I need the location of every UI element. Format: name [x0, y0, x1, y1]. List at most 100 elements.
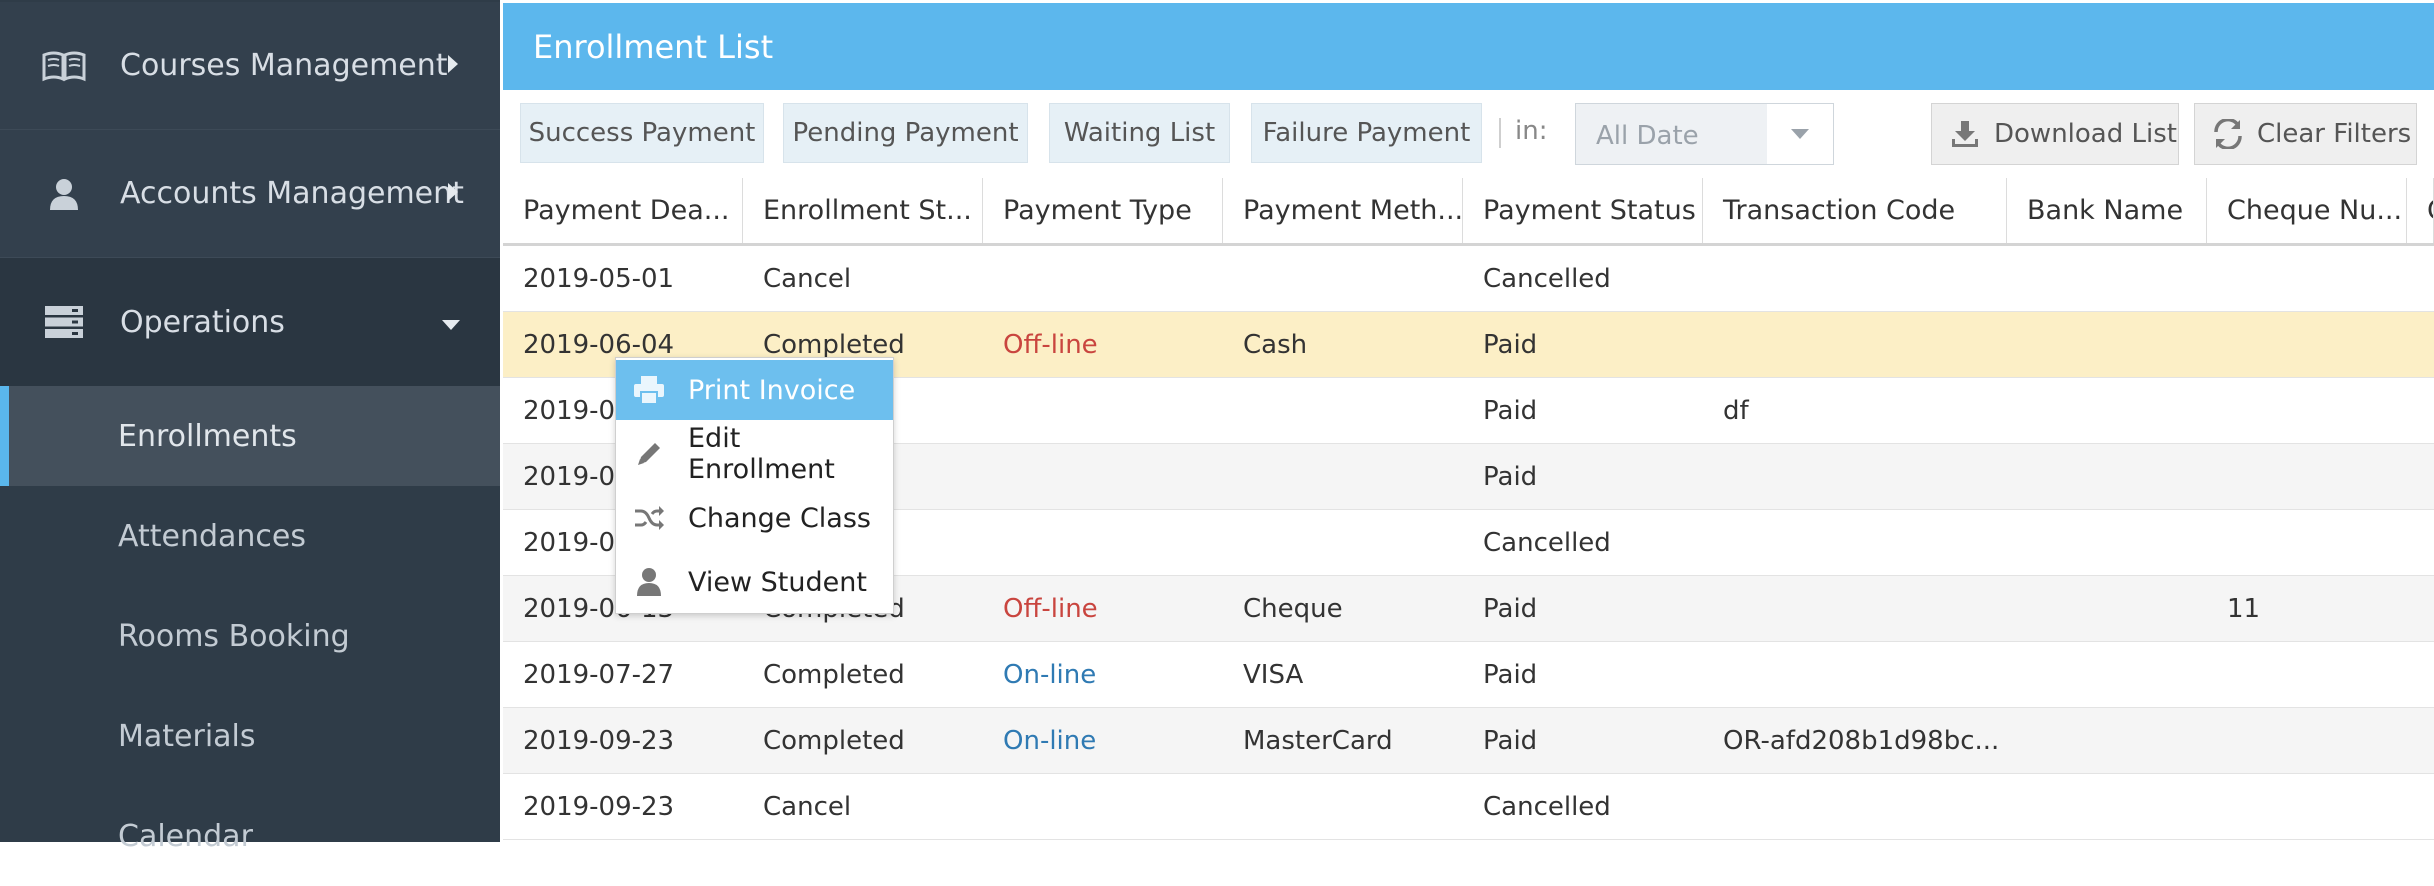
filter-toolbar: Success Payment Pending Payment Waiting … [503, 90, 2434, 178]
payment-status-cell: Paid [1483, 461, 1538, 492]
shuffle-icon [632, 501, 666, 535]
date-range-select[interactable]: All Date [1575, 103, 1834, 165]
column-header-payment-status[interactable]: Payment Status [1463, 178, 1703, 243]
payment-method-cell: Cash [1243, 329, 1308, 360]
bank-name-cell [2007, 642, 2207, 707]
payment-status-cell: Paid [1483, 659, 1538, 690]
transaction-code-cell [1703, 510, 2007, 575]
caret-down-icon [440, 305, 462, 340]
payment-status-cell: Cancelled [1483, 527, 1611, 558]
bank-name-cell [2007, 378, 2207, 443]
view-student-menu-item[interactable]: View Student [616, 552, 893, 612]
user-icon [40, 170, 88, 218]
cheque-number-cell [2207, 642, 2407, 707]
sidebar-item-operations[interactable]: Operations [0, 258, 500, 386]
toolbar-divider [1499, 118, 1501, 148]
sidebar-item-rooms-booking[interactable]: Rooms Booking [0, 586, 500, 686]
caret-right-icon [446, 176, 460, 211]
page-title: Enrollment List [533, 27, 774, 66]
table-row[interactable]: 2019-09-23 Completed On-line MasterCard Paid… [503, 708, 2434, 774]
success-payment-filter-button[interactable]: Success Payment [520, 103, 764, 163]
payment-type-cell: Off-line [1003, 329, 1098, 360]
payment-method-cell [1223, 378, 1463, 443]
print-invoice-menu-item[interactable]: Print Invoice [616, 360, 893, 420]
edit-enrollment-menu-item[interactable]: Edit Enrollment [616, 423, 893, 485]
payment-status-cell: Cancelled [1483, 263, 1611, 294]
menu-item-label: View Student [688, 566, 867, 598]
table-row[interactable]: 2019-09-23 Cancel Cancelled [503, 774, 2434, 840]
transaction-code-cell [1703, 312, 2007, 377]
menu-item-label: Change Class [688, 502, 871, 534]
change-class-menu-item[interactable]: Change Class [616, 488, 893, 548]
table-header-row: Payment Dea... Enrollment St... Payment … [503, 178, 2434, 246]
payment-deadline-cell: 2019-09-23 [523, 791, 675, 822]
pending-payment-filter-button[interactable]: Pending Payment [783, 103, 1028, 163]
cheque-number-cell [2207, 246, 2407, 311]
menu-item-label: Print Invoice [688, 374, 856, 406]
sidebar-item-courses-management[interactable]: Courses Management [0, 2, 500, 130]
cheque-number-cell [2207, 774, 2407, 839]
payment-type-cell: Off-line [1003, 593, 1098, 624]
payment-type-cell [983, 378, 1223, 443]
column-header-payment-type[interactable]: Payment Type [983, 178, 1223, 243]
cheque-number-cell [2207, 510, 2407, 575]
payment-status-cell: Paid [1483, 395, 1538, 426]
clear-filters-label: Clear Filters [2257, 119, 2412, 149]
enrollment-status-cell: Completed [763, 725, 905, 756]
payment-method-cell: Cheque [1243, 593, 1343, 624]
payment-type-cell [983, 246, 1223, 311]
column-header-payment-method[interactable]: Payment Meth... [1223, 178, 1463, 243]
payment-type-cell: On-line [1003, 659, 1097, 690]
payment-deadline-cell: 2019-05-01 [523, 263, 675, 294]
waiting-list-filter-button[interactable]: Waiting List [1049, 103, 1230, 163]
bank-name-cell [2007, 444, 2207, 509]
enrollment-status-cell: Cancel [763, 263, 852, 294]
sidebar-item-calendar[interactable]: Calendar [0, 786, 500, 886]
sidebar-item-enrollments[interactable]: Enrollments [0, 386, 500, 486]
payment-method-cell [1223, 510, 1463, 575]
transaction-code-cell [1703, 576, 2007, 641]
sidebar-item-attendances[interactable]: Attendances [0, 486, 500, 586]
bank-name-cell [2007, 246, 2207, 311]
sidebar-item-label: Accounts Management [120, 176, 464, 211]
column-header-enrollment-status[interactable]: Enrollment St... [743, 178, 983, 243]
payment-deadline-cell: 2019-07-27 [523, 659, 675, 690]
in-label: in: [1515, 116, 1548, 146]
transaction-code-cell: df [1723, 395, 1749, 426]
bank-name-cell [2007, 774, 2207, 839]
chevron-down-icon[interactable] [1767, 104, 1833, 164]
payment-type-cell: On-line [1003, 725, 1097, 756]
cheque-number-cell [2207, 708, 2407, 773]
payment-type-cell [983, 444, 1223, 509]
download-list-button[interactable]: Download List [1931, 103, 2179, 165]
payment-status-cell: Paid [1483, 329, 1538, 360]
column-header-cheque-number[interactable]: Cheque Nu... [2207, 178, 2407, 243]
payment-method-cell: VISA [1243, 659, 1304, 690]
sidebar-item-label: Materials [118, 718, 256, 754]
transaction-code-cell [1703, 246, 2007, 311]
column-header-bank-name[interactable]: Bank Name [2007, 178, 2207, 243]
transaction-code-cell [1703, 774, 2007, 839]
column-header-truncated[interactable]: C [2407, 178, 2434, 243]
column-header-transaction-code[interactable]: Transaction Code [1703, 178, 2007, 243]
failure-payment-filter-button[interactable]: Failure Payment [1251, 103, 1482, 163]
payment-status-cell: Paid [1483, 593, 1538, 624]
bank-name-cell [2007, 510, 2207, 575]
sidebar-item-label: Courses Management [120, 48, 448, 83]
table-row[interactable]: 2019-07-27 Completed On-line VISA Paid [503, 642, 2434, 708]
clear-filters-button[interactable]: Clear Filters [2194, 103, 2417, 165]
bank-name-cell [2007, 312, 2207, 377]
column-header-payment-deadline[interactable]: Payment Dea... [503, 178, 743, 243]
pencil-icon [632, 437, 666, 471]
row-context-menu: Print Invoice Edit Enrollment Change Cla… [615, 357, 894, 614]
date-select-value: All Date [1596, 121, 1699, 151]
enrollment-status-cell: Cancel [763, 791, 852, 822]
cheque-number-cell [2207, 378, 2407, 443]
sidebar-item-accounts-management[interactable]: Accounts Management [0, 130, 500, 258]
server-icon [40, 298, 88, 346]
payment-type-cell [983, 510, 1223, 575]
table-row[interactable]: 2019-05-01 Cancel Cancelled [503, 246, 2434, 312]
sidebar-item-materials[interactable]: Materials [0, 686, 500, 786]
payment-method-cell: MasterCard [1243, 725, 1393, 756]
payment-method-cell [1223, 774, 1463, 839]
